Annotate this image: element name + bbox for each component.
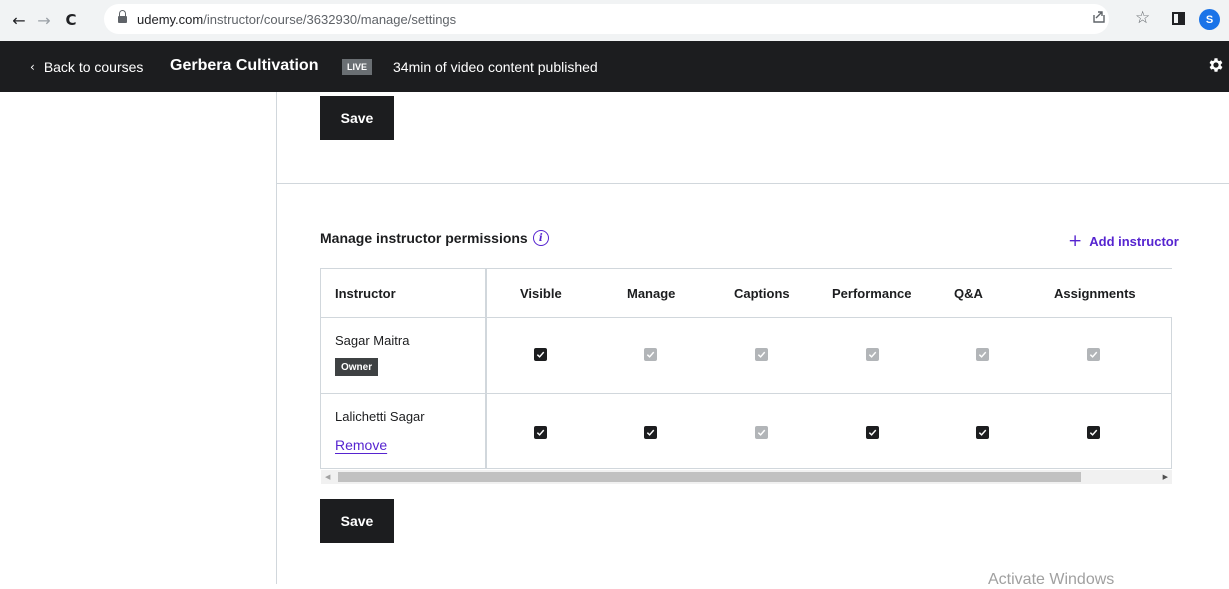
course-header: ‹ Back to courses Gerbera Cultivation LI… [0,41,1229,92]
column-header-assignments: Assignments [1054,286,1136,301]
instructor-name: Sagar Maitra [335,333,410,348]
checkbox-assignments[interactable] [1087,426,1100,439]
profile-avatar[interactable]: S [1199,9,1220,30]
bookmark-star-icon[interactable]: ☆ [1135,8,1150,28]
add-instructor-button[interactable]: + Add instructor [1068,233,1179,250]
activate-windows-watermark: Activate Windows [988,571,1115,588]
add-instructor-label: Add instructor [1089,234,1179,249]
permissions-title: Manage instructor permissions [320,230,528,246]
instructor-name: Lalichetti Sagar [335,409,425,424]
status-badge: LIVE [342,59,373,75]
column-header-instructor: Instructor [335,286,396,301]
scrollbar-thumb[interactable] [338,472,1081,482]
checkbox-visible[interactable] [534,426,547,439]
side-panel-icon[interactable] [1172,12,1185,25]
save-button-bottom[interactable]: Save [320,499,394,543]
gear-icon[interactable] [1207,56,1225,74]
info-icon[interactable]: i [532,230,549,246]
checkbox-performance[interactable] [866,426,879,439]
column-header-performance: Performance [832,286,912,301]
table-right-border [1171,318,1172,468]
reload-icon[interactable]: C [60,9,82,31]
forward-arrow-icon[interactable]: → [33,9,55,31]
checkbox-qa[interactable] [976,426,989,439]
table-header-row: Instructor Visible Manage Captions Perfo… [321,269,1172,318]
column-header-qa: Q&A [954,286,983,301]
browser-toolbar: ← → C udemy.com/instructor/course/363293… [0,0,1229,41]
section-divider [277,183,1229,184]
scroll-left-arrow-icon[interactable]: ◀ [325,473,330,481]
checkbox-captions [755,426,768,439]
course-title: Gerbera Cultivation [170,57,319,74]
checkbox-manage [644,348,657,361]
published-status-text: 34min of video content published [393,59,598,75]
permissions-heading: Manage instructor permissions i [320,230,549,246]
checkbox-qa [976,348,989,361]
table-row: Sagar Maitra Owner [321,318,1172,394]
scroll-right-arrow-icon[interactable]: ▶ [1163,473,1168,481]
chevron-left-icon: ‹ [30,59,35,74]
owner-badge: Owner [335,358,379,376]
back-to-courses-label: Back to courses [43,58,144,75]
remove-instructor-link[interactable]: Remove [335,437,387,453]
share-icon[interactable] [1092,10,1106,23]
save-button-top[interactable]: Save [320,96,394,140]
checkbox-visible[interactable] [534,348,547,361]
address-bar[interactable]: udemy.com/instructor/course/3632930/mana… [104,4,1109,34]
checkbox-captions [755,348,768,361]
column-header-captions: Captions [734,286,790,301]
column-header-manage: Manage [627,286,676,301]
url-text: udemy.com/instructor/course/3632930/mana… [137,11,457,27]
back-to-courses-link[interactable]: ‹ Back to courses [30,41,143,92]
column-header-visible: Visible [520,286,562,301]
horizontal-scrollbar[interactable]: ◀ ▶ [321,470,1172,484]
back-arrow-icon[interactable]: ← [8,9,30,31]
permissions-table: Instructor Visible Manage Captions Perfo… [320,268,1172,469]
checkbox-assignments [1087,348,1100,361]
checkbox-manage[interactable] [644,426,657,439]
plus-icon: + [1068,231,1083,251]
table-row: Lalichetti Sagar Remove [321,394,1172,468]
checkbox-performance [866,348,879,361]
column-separator [485,269,487,468]
lock-icon [118,10,127,24]
